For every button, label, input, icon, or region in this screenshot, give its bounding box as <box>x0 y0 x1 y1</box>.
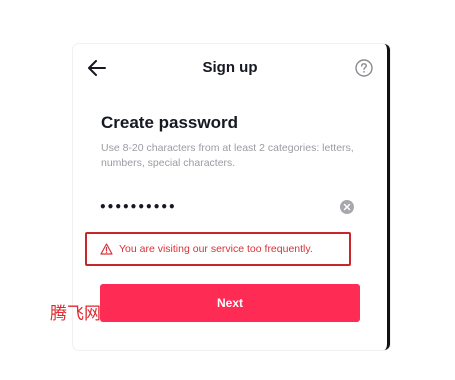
header: Sign up <box>73 44 387 92</box>
error-message: You are visiting our service too frequen… <box>119 243 313 255</box>
next-button[interactable]: Next <box>100 284 360 322</box>
warning-triangle-icon <box>100 243 113 255</box>
page-title: Sign up <box>202 59 258 76</box>
question-circle-icon <box>355 59 373 77</box>
clear-circle-icon <box>340 200 354 214</box>
password-input[interactable] <box>99 194 329 220</box>
password-field <box>99 194 355 220</box>
signup-card: Sign up Create password Use 8-20 charact… <box>73 44 390 350</box>
watermark: 腾飞网 <box>50 304 101 324</box>
help-button[interactable] <box>353 57 375 79</box>
form-heading: Create password <box>101 113 238 132</box>
password-hint: Use 8-20 characters from at least 2 cate… <box>101 142 354 169</box>
error-banner: You are visiting our service too frequen… <box>85 232 351 266</box>
clear-button[interactable] <box>339 199 355 215</box>
